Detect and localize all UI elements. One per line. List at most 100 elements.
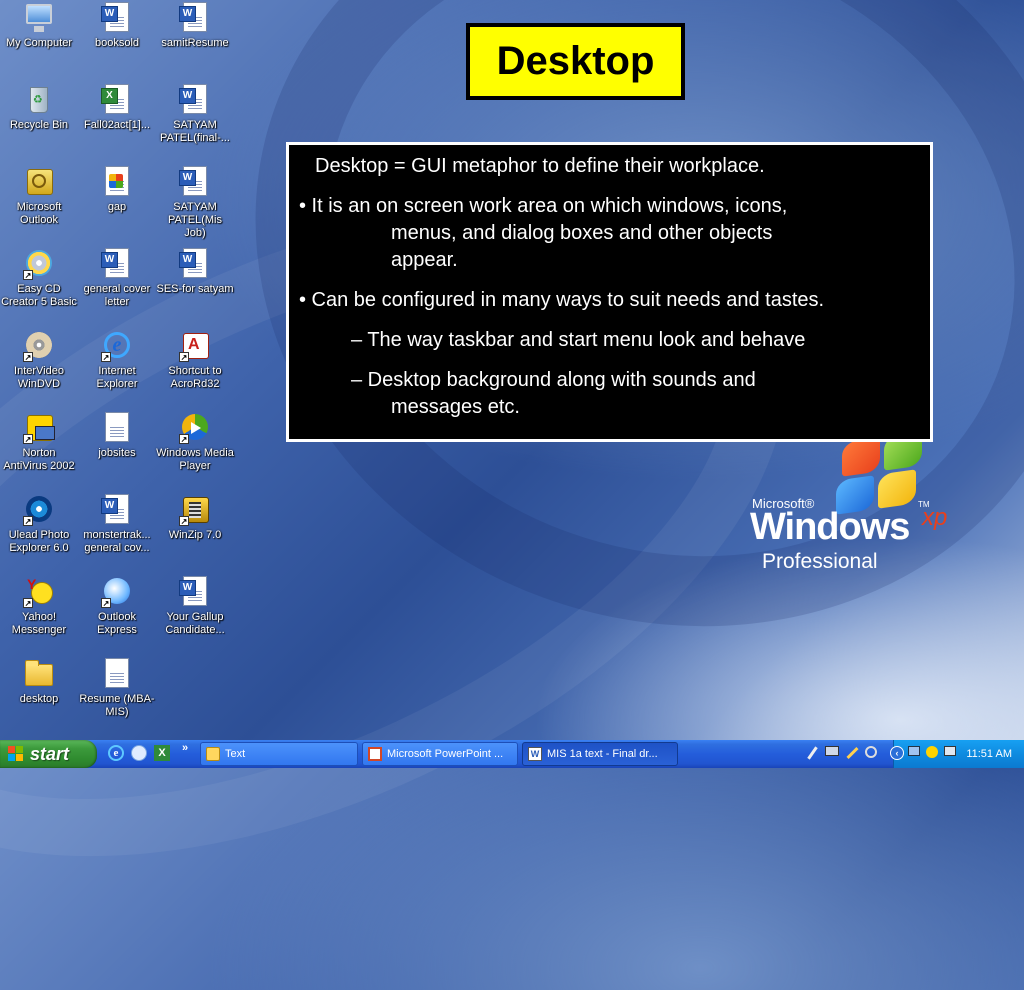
desktop-icon-desktop[interactable]: desktop (0, 658, 78, 706)
taskbar-button-label: Microsoft PowerPoint ... (387, 748, 504, 760)
desktop-icon-label: Internet Explorer (96, 365, 138, 390)
desktop-icon-general-cover-letter[interactable]: Wgeneral cover letter (78, 248, 156, 309)
desktop-icon-internet-explorer[interactable]: e ↗ Internet Explorer (78, 330, 156, 391)
desktop-icon-fall02act-1[interactable]: X Fall02act[1]... (78, 84, 156, 132)
image-doc-icon (101, 166, 133, 198)
desktop-icon-label: Outlook Express (97, 611, 137, 636)
slide-content-box: Desktop = GUI metaphor to define their w… (286, 142, 933, 442)
outlook-icon (23, 166, 55, 198)
tray-expand-icon[interactable]: ‹ (890, 746, 904, 760)
desktop-icon-label: Recycle Bin (9, 119, 69, 131)
desktop-icon-label: samitResume (161, 37, 229, 49)
word-doc-icon: W (179, 576, 211, 608)
tray-tools-icon[interactable] (865, 746, 879, 760)
internet-explorer-icon: e ↗ (101, 330, 133, 362)
winzip-icon: ↗ (179, 494, 211, 526)
logo-xp: xp (922, 504, 948, 531)
desktop-icon-easy-cd-creator-5-basic[interactable]: ↗ Easy CD Creator 5 Basic (0, 248, 78, 309)
desktop-icon-label: SES-for satyam (156, 283, 234, 295)
desktop-icon-label: SATYAM PATEL(Mis Job) (168, 201, 222, 239)
word-doc-icon: W (179, 2, 211, 34)
desktop-icon-gap[interactable]: gap (78, 166, 156, 214)
desktop-icon-microsoft-outlook[interactable]: Microsoft Outlook (0, 166, 78, 227)
desktop-icon-label: My Computer (5, 37, 73, 49)
desktop-icon-label: Easy CD Creator 5 Basic (1, 283, 77, 308)
taskbar-button-label: Text (225, 748, 246, 760)
quicklaunch-more-button[interactable]: » (182, 742, 188, 754)
desktop-icon-ulead-photo-explorer-6-0[interactable]: ↗ Ulead Photo Explorer 6.0 (0, 494, 78, 555)
tray-antivirus-icon[interactable] (926, 746, 940, 760)
desktop-icon-label: Ulead Photo Explorer 6.0 (8, 529, 70, 554)
desktop-icon-monstertrak-general-cov[interactable]: Wmonstertrak... general cov... (78, 494, 156, 555)
word-doc-icon: W (179, 248, 211, 280)
slide-subbullet-2: – Desktop background along with sounds a… (299, 367, 920, 421)
desktop-icon-label: Norton AntiVirus 2002 (3, 447, 75, 472)
desktop-icon-label: Windows Media Player (156, 447, 234, 472)
taskbar-button-powerpoint[interactable]: Microsoft PowerPoint ... (362, 742, 518, 766)
my-computer-icon (23, 2, 55, 34)
desktop-icon-label: Yahoo! Messenger (11, 611, 67, 636)
quicklaunch-internet-explorer-icon[interactable]: e (108, 745, 126, 763)
desktop-icon-label: jobsites (98, 447, 136, 459)
word-doc-icon: W (179, 84, 211, 116)
desktop-icon-norton-antivirus-2002[interactable]: ↗ Norton AntiVirus 2002 (0, 412, 78, 473)
desktop-icon-your-gallup-candidate[interactable]: W Your Gallup Candidate... (156, 576, 234, 637)
desktop-icon-satyam-patel-mis-job[interactable]: W SATYAM PATEL(Mis Job) (156, 166, 234, 240)
desktop-icon-label: WinZip 7.0 (168, 529, 222, 541)
desktop-icon-label: SATYAM PATEL(final-... (160, 119, 230, 144)
desktop-icon-yahoo-messenger[interactable]: Y ↗ Yahoo! Messenger (0, 576, 78, 637)
tray-pencil-icon[interactable] (845, 746, 859, 760)
desktop-icon-samitresume[interactable]: WsamitResume (156, 2, 234, 50)
desktop-icon-label: Microsoft Outlook (16, 201, 62, 226)
quicklaunch-outlook-express-icon[interactable] (131, 745, 149, 763)
tray-network-icon[interactable] (908, 746, 922, 760)
desktop-icon-jobsites[interactable]: jobsites (78, 412, 156, 460)
desktop-icon-label: desktop (19, 693, 59, 705)
tray-display-icon[interactable] (944, 746, 958, 760)
text-doc-icon (101, 658, 133, 690)
quicklaunch-excel-icon[interactable]: X (154, 745, 172, 763)
windvd-icon: ↗ (23, 330, 55, 362)
windows-flag-icon (8, 746, 24, 762)
word-doc-icon: W (101, 494, 133, 526)
excel-doc-icon: X (101, 84, 133, 116)
clock: 11:51 AM (966, 748, 1012, 760)
desktop-icon-my-computer[interactable]: My Computer (0, 2, 78, 50)
slide-subbullet-2-text: – Desktop background along with sounds a… (351, 369, 756, 391)
desktop-icon-label: Resume (MBA-MIS) (79, 693, 155, 718)
powerpoint-icon (368, 747, 382, 761)
word-doc-icon: W (101, 248, 133, 280)
word-doc-icon: W (179, 166, 211, 198)
start-button[interactable]: start (0, 740, 97, 768)
tray-monitor-icon[interactable] (825, 746, 839, 760)
desktop-icon-label: InterVideo WinDVD (14, 365, 64, 390)
desktop-icon-outlook-express[interactable]: ↗ Outlook Express (78, 576, 156, 637)
desktop-icon-label: general cover letter (83, 283, 151, 308)
desktop-icon-shortcut-to-acrord32[interactable]: A ↗ Shortcut to AcroRd32 (156, 330, 234, 391)
desktop-icon-intervideo-windvd[interactable]: ↗ InterVideo WinDVD (0, 330, 78, 391)
desktop-icon-label: Your Gallup Candidate... (165, 611, 225, 636)
desktop-icon-label: monstertrak... general cov... (83, 529, 151, 554)
desktop-icon-recycle-bin[interactable]: Recycle Bin (0, 84, 78, 132)
desktop-icon-booksold[interactable]: Wbooksold (78, 2, 156, 50)
taskbar-button-word-document[interactable]: W MIS 1a text - Final dr... (522, 742, 678, 766)
system-tray: ‹ 11:51 AM (890, 740, 1024, 768)
slide-subbullet-1: – The way taskbar and start menu look an… (351, 329, 806, 351)
taskbar: start e X » Text Microsoft PowerPoint ..… (0, 740, 1024, 768)
desktop-icon-winzip-7-0[interactable]: ↗ WinZip 7.0 (156, 494, 234, 542)
recycle-bin-icon (23, 84, 55, 116)
text-doc-icon (101, 412, 133, 444)
word-doc-icon: W (101, 2, 133, 34)
slide-bullet-1: • It is an on screen work area on which … (299, 193, 920, 274)
acrobat-icon: A ↗ (179, 330, 211, 362)
desktop-icon-satyam-patel-final[interactable]: W SATYAM PATEL(final-... (156, 84, 234, 145)
logo-edition: Professional (762, 550, 878, 573)
desktop-icon-resume-mba-mis[interactable]: Resume (MBA-MIS) (78, 658, 156, 719)
desktop-icon-ses-for-satyam[interactable]: W SES-for satyam (156, 248, 234, 296)
outlook-express-icon: ↗ (101, 576, 133, 608)
folder-icon (23, 658, 55, 690)
taskbar-button-text-folder[interactable]: Text (200, 742, 358, 766)
tray-pen-icon[interactable] (805, 746, 819, 760)
desktop-icon-label: Fall02act[1]... (83, 119, 151, 131)
desktop-icon-windows-media-player[interactable]: ↗ Windows Media Player (156, 412, 234, 473)
